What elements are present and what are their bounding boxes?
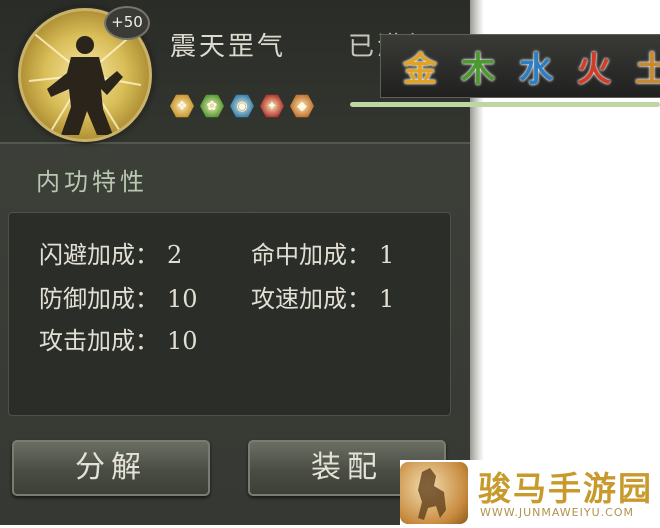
stats-box: 闪避加成： 2 命中加成： 1 防御加成： 10 攻速加成： 1 攻击加成： 10 xyxy=(8,212,451,416)
banner-fire: 火 xyxy=(577,49,611,90)
stat-hit-value: 1 xyxy=(379,241,395,269)
stat-dodge-value: 2 xyxy=(167,241,183,269)
watermark: 骏马手游园 WWW.JUNMAWEIYU.COM xyxy=(400,460,660,525)
wood-element-icon[interactable]: ✿ xyxy=(200,94,224,118)
banner-metal: 金 xyxy=(403,49,437,90)
stat-attack-speed-label: 攻速加成： xyxy=(251,285,371,313)
progress-line xyxy=(350,102,660,107)
watermark-name: 骏马手游园 xyxy=(478,469,653,508)
stat-attack-speed-value: 1 xyxy=(379,285,395,313)
stat-attack: 攻击加成： 10 xyxy=(39,321,198,356)
element-icons-row: ❖ ✿ ◉ ✦ ◆ xyxy=(170,94,314,120)
stat-defense-label: 防御加成： xyxy=(39,285,159,313)
stat-dodge-label: 闪避加成： xyxy=(39,241,159,269)
stat-defense: 防御加成： 10 xyxy=(39,279,198,314)
stat-attack-value: 10 xyxy=(167,327,198,355)
metal-element-icon[interactable]: ❖ xyxy=(170,94,194,118)
banner-earth: 土 xyxy=(635,49,660,90)
water-element-icon[interactable]: ◉ xyxy=(230,94,254,118)
stat-hit-label: 命中加成： xyxy=(251,241,371,269)
stat-dodge: 闪避加成： 2 xyxy=(39,235,182,270)
section-title: 内功特性 xyxy=(36,168,148,196)
level-bonus-badge: +50 xyxy=(104,6,150,40)
earth-element-icon[interactable]: ◆ xyxy=(290,94,314,118)
banner-wood: 木 xyxy=(461,49,495,90)
skill-name: 震天罡气 xyxy=(170,32,287,62)
watermark-url: WWW.JUNMAWEIYU.COM xyxy=(480,506,634,519)
horse-logo-icon xyxy=(400,462,468,524)
stat-defense-value: 10 xyxy=(167,285,198,313)
stat-attack-speed: 攻速加成： 1 xyxy=(251,279,394,314)
stat-hit: 命中加成： 1 xyxy=(251,235,394,270)
banner-water: 水 xyxy=(519,49,553,90)
stat-attack-label: 攻击加成： xyxy=(39,327,159,355)
fire-element-icon[interactable]: ✦ xyxy=(260,94,284,118)
five-elements-banner: 金 木 水 火 土 xyxy=(380,34,660,98)
decompose-button[interactable]: 分解 xyxy=(12,440,210,496)
